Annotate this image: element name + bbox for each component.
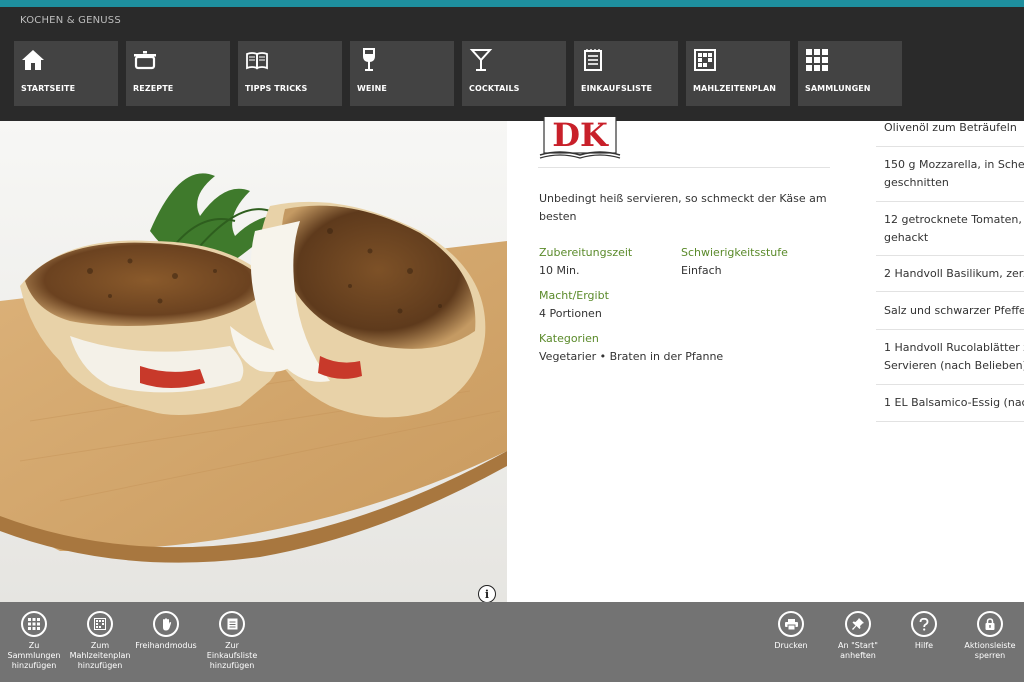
- pin-icon: [845, 611, 871, 637]
- nav-tile-label: COCKTAILS: [469, 84, 520, 93]
- prep-time-value: 10 Min.: [539, 264, 580, 277]
- add-to-shopping-list-button[interactable]: Zur Einkaufsliste hinzufügen: [194, 611, 270, 671]
- nav-tile-label: REZEPTE: [133, 84, 174, 93]
- publisher-logo: DK: [539, 117, 621, 159]
- top-nav-bar: KOCHEN & GENUSS STARTSEITE REZEPTE TIPPS…: [0, 7, 1024, 121]
- add-to-meal-plan-button[interactable]: Zum Mahlzeitenplan hinzufügen: [62, 611, 138, 671]
- app-title: KOCHEN & GENUSS: [20, 15, 121, 26]
- wine-glass-icon: [363, 48, 375, 71]
- nav-tile-label: SAMMLUNGEN: [805, 84, 871, 93]
- lock-icon: [977, 611, 1003, 637]
- shopping-list-add-icon: [219, 611, 245, 637]
- ingredient-item: 2 Handvoll Basilikum, zerz: [884, 267, 1024, 280]
- yield-value: 4 Portionen: [539, 307, 602, 320]
- categories-value: Vegetarier • Braten in der Pfanne: [539, 350, 724, 363]
- ingredient-item: 150 g Mozzarella, in Sche geschnitten: [884, 158, 1024, 189]
- ingredient-divider: [876, 201, 1024, 202]
- ingredient-divider: [876, 421, 1024, 422]
- book-icon: [246, 52, 268, 70]
- info-divider: [538, 167, 830, 168]
- ingredient-divider: [876, 329, 1024, 330]
- ingredient-divider: [876, 255, 1024, 256]
- recipe-photo: [0, 121, 507, 602]
- hand-icon: [153, 611, 179, 637]
- command-label: Aktionsleiste sperren: [964, 641, 1016, 660]
- pin-to-start-button[interactable]: An "Start" anheften: [820, 611, 896, 661]
- help-icon: [911, 611, 937, 637]
- image-info-button[interactable]: i: [478, 585, 496, 603]
- command-label: Zur Einkaufsliste hinzufügen: [206, 641, 258, 670]
- command-label: Hilfe: [914, 641, 934, 650]
- nav-tile-label: WEINE: [357, 84, 387, 93]
- cooking-pot-icon: [134, 51, 156, 70]
- ingredient-item: 1 Handvoll Rucolablätter z Servieren (na…: [884, 341, 1024, 372]
- command-label: Zum Mahlzeitenplan hinzufügen: [69, 641, 131, 670]
- ingredient-item: 1 EL Balsamico-Essig (nac: [884, 396, 1024, 409]
- nav-tile-startseite[interactable]: STARTSEITE: [14, 41, 118, 106]
- nav-tile-label: EINKAUFSLISTE: [581, 84, 653, 93]
- nav-tile-rezepte[interactable]: REZEPTE: [126, 41, 230, 106]
- meal-plan-grid-icon: [694, 49, 716, 71]
- app-command-bar: Zu Sammlungen hinzufügen Zum Mahlzeitenp…: [0, 602, 1024, 682]
- nav-tile-cocktails[interactable]: COCKTAILS: [462, 41, 566, 106]
- meal-plan-add-icon: [87, 611, 113, 637]
- nav-tile-tipps-tricks[interactable]: TIPPS TRICKS: [238, 41, 342, 106]
- prep-time-label: Zubereitungszeit: [539, 246, 633, 259]
- nav-tile-label: TIPPS TRICKS: [245, 84, 308, 93]
- ingredient-item: 12 getrocknete Tomaten, gehackt: [884, 213, 1022, 244]
- hands-free-mode-button[interactable]: Freihandmodus: [128, 611, 204, 651]
- home-icon: [22, 50, 44, 70]
- printer-icon: [778, 611, 804, 637]
- recipe-tagline: Unbedingt heiß servieren, so schmeckt de…: [539, 192, 827, 223]
- print-button[interactable]: Drucken: [753, 611, 829, 651]
- nav-tile-label: MAHLZEITENPLAN: [693, 84, 777, 93]
- collections-grid-icon: [806, 49, 828, 71]
- categories-label: Kategorien: [539, 332, 599, 345]
- nav-tile-label: STARTSEITE: [21, 84, 76, 93]
- ingredient-item: Salz und schwarzer Pfeffe: [884, 304, 1024, 317]
- nav-tile-weine[interactable]: WEINE: [350, 41, 454, 106]
- svg-text:DK: DK: [552, 117, 609, 154]
- ingredient-divider: [876, 384, 1024, 385]
- ingredient-item: Olivenöl zum Beträufeln: [884, 121, 1017, 134]
- difficulty-value: Einfach: [681, 264, 722, 277]
- help-button[interactable]: Hilfe: [886, 611, 962, 651]
- command-label: Freihandmodus: [135, 641, 197, 650]
- accent-strip: [0, 0, 1024, 7]
- command-label: An "Start" anheften: [838, 641, 878, 660]
- ingredients-list: Olivenöl zum Beträufeln 150 g Mozzarella…: [876, 121, 1024, 602]
- shopping-list-icon: [584, 49, 602, 71]
- yield-label: Macht/Ergibt: [539, 289, 609, 302]
- lock-app-bar-button[interactable]: Aktionsleiste sperren: [952, 611, 1024, 661]
- nav-tile-sammlungen[interactable]: SAMMLUNGEN: [798, 41, 902, 106]
- nav-tiles: STARTSEITE REZEPTE TIPPS TRICKS WEINE CO…: [14, 41, 902, 106]
- nav-tile-mahlzeitenplan[interactable]: MAHLZEITENPLAN: [686, 41, 790, 106]
- ingredient-divider: [876, 146, 1024, 147]
- difficulty-label: Schwierigkeitsstufe: [681, 246, 788, 259]
- nav-tile-einkaufsliste[interactable]: EINKAUFSLISTE: [574, 41, 678, 106]
- command-label: Drucken: [774, 641, 808, 650]
- ingredient-divider: [876, 291, 1024, 292]
- collections-add-icon: [21, 611, 47, 637]
- grilled-sandwich-illustration: [0, 121, 507, 602]
- cocktail-glass-icon: [469, 49, 493, 71]
